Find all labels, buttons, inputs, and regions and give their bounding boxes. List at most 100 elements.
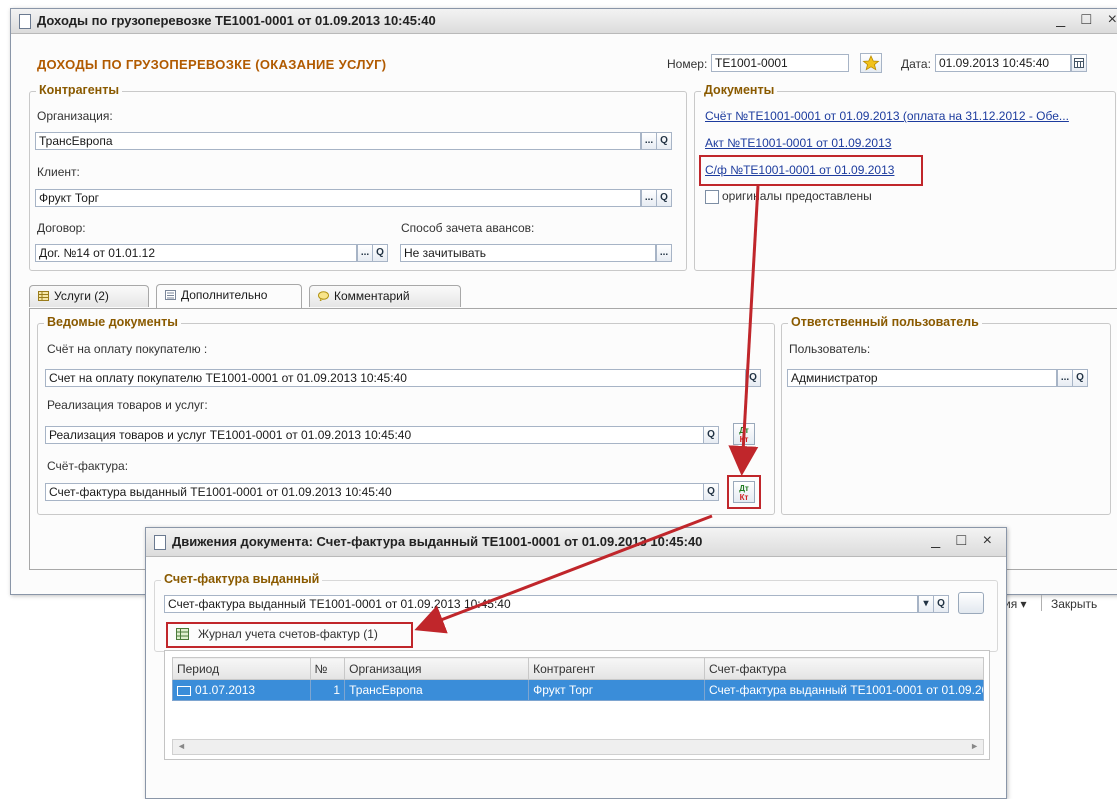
org-select-button[interactable]: ... xyxy=(641,132,657,150)
advance-label: Способ зачета авансов: xyxy=(401,221,535,235)
org-search-button[interactable]: Q xyxy=(656,132,672,150)
documents-title: Документы xyxy=(701,83,778,97)
movements-window-title: Движения документа: Счет-фактура выданны… xyxy=(172,534,703,549)
org-label: Организация: xyxy=(37,109,113,123)
sf-doc-field[interactable]: Счет-фактура выданный ТЕ1001-0001 от 01.… xyxy=(45,483,719,501)
client-label: Клиент: xyxy=(37,165,80,179)
close-button[interactable]: Закрыть xyxy=(1051,597,1097,611)
subordinate-title: Ведомые документы xyxy=(44,315,181,329)
client-search-button[interactable]: Q xyxy=(656,189,672,207)
invoice-doc-field[interactable]: Счет на оплату покупателю ТЕ1001-0001 от… xyxy=(45,369,761,387)
col-period[interactable]: Период xyxy=(172,657,311,680)
sales-doc-search-button[interactable]: Q xyxy=(703,426,719,444)
tab-comment-label: Комментарий xyxy=(334,289,410,303)
search-icon: Q xyxy=(707,429,715,440)
more-actions-button[interactable]: ия ▾ xyxy=(1004,597,1027,611)
dt-kt-highlight xyxy=(727,475,761,509)
tab-additional-label: Дополнительно xyxy=(181,288,268,302)
comment-icon xyxy=(318,291,329,301)
invoice-link[interactable]: Счёт №ТЕ1001-0001 от 01.09.2013 (оплата … xyxy=(705,109,1105,123)
main-window-title: Доходы по грузоперевозке ТЕ1001-0001 от … xyxy=(37,13,436,28)
search-icon: Q xyxy=(937,598,945,609)
sales-doc-field[interactable]: Реализация товаров и услуг ТЕ1001-0001 о… xyxy=(45,426,719,444)
search-icon: Q xyxy=(1076,372,1084,383)
main-titlebar[interactable]: Доходы по грузоперевозке ТЕ1001-0001 от … xyxy=(11,9,1117,34)
user-select-button[interactable]: ... xyxy=(1057,369,1073,387)
search-icon: Q xyxy=(660,135,668,146)
movement-doc-field[interactable]: Счет-фактура выданный ТЕ1001-0001 от 01.… xyxy=(164,595,918,613)
table-row[interactable]: 01.07.2013 1 ТрансЕвропа Фрукт Торг Счет… xyxy=(172,679,984,701)
tab-services[interactable]: Услуги (2) xyxy=(29,285,149,307)
journal-tab-highlight xyxy=(166,622,413,648)
grid-header-row: Период № Организация Контрагент Счет-фак… xyxy=(172,657,984,680)
sf-doc-label: Счёт-фактура: xyxy=(47,459,129,473)
horizontal-scrollbar[interactable]: ◄ ► xyxy=(172,739,984,755)
cell-counterparty: Фрукт Торг xyxy=(528,679,705,701)
favorite-button[interactable] xyxy=(860,53,882,73)
responsible-title: Ответственный пользователь xyxy=(788,315,982,329)
movements-window: Движения документа: Счет-фактура выданны… xyxy=(145,527,1007,799)
contract-select-button[interactable]: ... xyxy=(357,244,373,262)
number-label: Номер: xyxy=(667,57,708,71)
sales-doc-label: Реализация товаров и услуг: xyxy=(47,398,208,412)
movement-doc-dropdown[interactable]: ▾ xyxy=(918,595,934,613)
tab-additional[interactable]: Дополнительно xyxy=(156,284,302,308)
user-search-button[interactable]: Q xyxy=(1072,369,1088,387)
counterparties-title: Контрагенты xyxy=(36,83,123,97)
col-number[interactable]: № xyxy=(309,657,346,680)
contract-label: Договор: xyxy=(37,221,86,235)
contract-search-button[interactable]: Q xyxy=(372,244,388,262)
cell-period: 01.07.2013 xyxy=(195,683,256,697)
window-controls[interactable]: _ □ × xyxy=(931,532,998,550)
table-icon xyxy=(38,291,49,301)
cell-invoice-text: Счет-фактура выданный ТЕ1001-0001 от 01.… xyxy=(709,683,983,697)
col-invoice[interactable]: Счет-фактура xyxy=(704,657,984,680)
open-document-button[interactable] xyxy=(958,592,984,614)
col-organization[interactable]: Организация xyxy=(344,657,530,680)
form-icon xyxy=(165,290,176,300)
window-controls[interactable]: _ □ × xyxy=(1056,11,1117,29)
separator xyxy=(1041,595,1042,611)
client-select-button[interactable]: ... xyxy=(641,189,657,207)
search-icon: Q xyxy=(707,486,715,497)
originals-label: оригиналы предоставлены xyxy=(722,189,872,203)
cell-number: 1 xyxy=(309,679,346,701)
cell-invoice: Счет-фактура выданный ТЕ1001-0001 от 01.… xyxy=(704,679,984,701)
tab-services-label: Услуги (2) xyxy=(54,289,109,303)
movement-icon xyxy=(177,685,191,696)
movement-doc-search[interactable]: Q xyxy=(933,595,949,613)
invoice-doc-search-button[interactable]: Q xyxy=(745,369,761,387)
col-counterparty[interactable]: Контрагент xyxy=(528,657,705,680)
calendar-icon xyxy=(1074,58,1084,68)
scroll-left-icon: ◄ xyxy=(177,741,186,751)
search-icon: Q xyxy=(376,247,384,258)
sales-dt-kt-button[interactable]: Дт Кт xyxy=(733,423,755,445)
search-icon: Q xyxy=(749,372,757,383)
search-icon: Q xyxy=(660,192,668,203)
sf-doc-search-button[interactable]: Q xyxy=(703,483,719,501)
org-field[interactable]: ТрансЕвропа xyxy=(35,132,641,150)
main-window: Доходы по грузоперевозке ТЕ1001-0001 от … xyxy=(10,8,1117,611)
user-field[interactable]: Администратор xyxy=(787,369,1057,387)
act-link[interactable]: Акт №ТЕ1001-0001 от 01.09.2013 xyxy=(705,136,891,150)
calendar-button[interactable] xyxy=(1071,54,1087,72)
contract-field[interactable]: Дог. №14 от 01.01.12 xyxy=(35,244,357,262)
date-label: Дата: xyxy=(901,57,931,71)
form-heading: ДОХОДЫ ПО ГРУЗОПЕРЕВОЗКЕ (ОКАЗАНИЕ УСЛУГ… xyxy=(37,57,387,72)
document-icon xyxy=(19,14,31,29)
client-field[interactable]: Фрукт Торг xyxy=(35,189,641,207)
invoice-doc-label: Счёт на оплату покупателю : xyxy=(47,342,208,356)
advance-field[interactable]: Не зачитывать xyxy=(400,244,656,262)
movements-titlebar[interactable]: Движения документа: Счет-фактура выданны… xyxy=(146,528,1006,557)
number-field[interactable]: ТЕ1001-0001 xyxy=(711,54,849,72)
star-icon xyxy=(862,55,880,71)
tab-strip: Услуги (2) Дополнительно Комментарий xyxy=(29,284,1117,309)
sf-link-highlight xyxy=(699,155,923,186)
scroll-right-icon: ► xyxy=(970,741,979,751)
tab-comment[interactable]: Комментарий xyxy=(309,285,461,307)
cell-organization: ТрансЕвропа xyxy=(344,679,530,701)
row-period-cell: 01.07.2013 xyxy=(172,679,311,701)
date-field[interactable]: 01.09.2013 10:45:40 xyxy=(935,54,1071,72)
originals-checkbox[interactable] xyxy=(705,190,719,204)
advance-select-button[interactable]: ... xyxy=(656,244,672,262)
